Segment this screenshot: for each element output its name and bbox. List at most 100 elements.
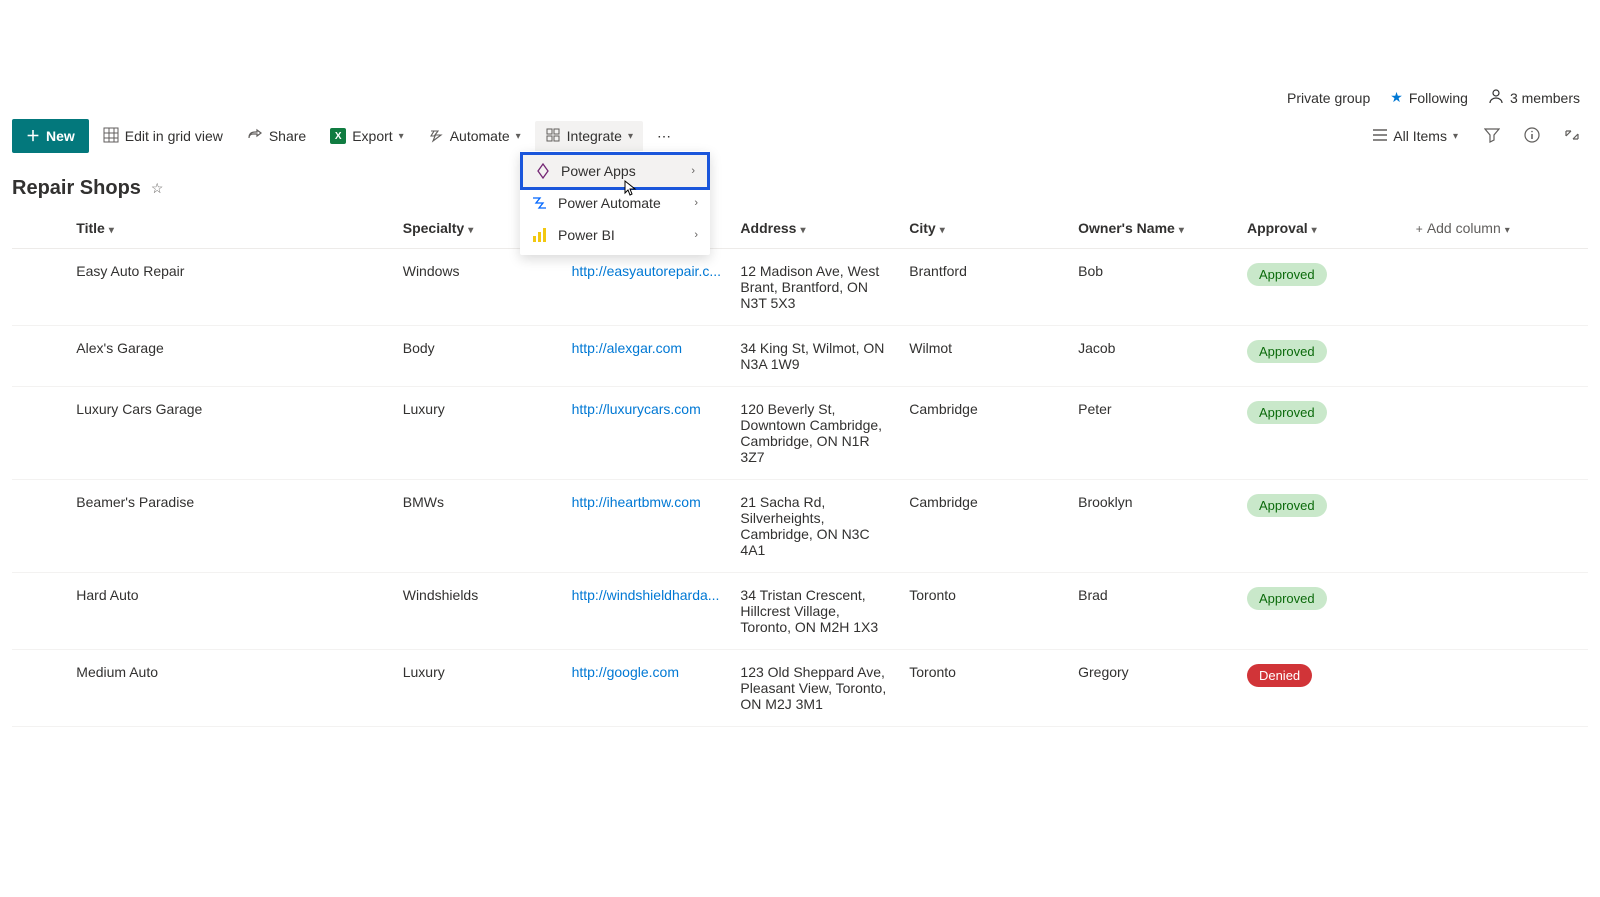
members-link[interactable]: 3 members xyxy=(1488,88,1580,107)
cell-website[interactable]: http://iheartbmw.com xyxy=(564,480,733,573)
info-button[interactable] xyxy=(1516,120,1548,152)
row-select-cell[interactable] xyxy=(12,249,68,326)
menu-item-label: Power Automate xyxy=(558,195,661,211)
cell-address: 21 Sacha Rd, Silverheights, Cambridge, O… xyxy=(732,480,901,573)
integrate-dropdown: Power Apps › Power Automate › Power BI › xyxy=(520,151,710,255)
website-link[interactable]: http://google.com xyxy=(572,664,679,680)
plus-icon: ＋ xyxy=(26,126,40,146)
table-row[interactable]: Beamer's ParadiseBMWs http://iheartbmw.co… xyxy=(12,480,1588,573)
edit-grid-label: Edit in grid view xyxy=(125,128,223,144)
cell-owner: Peter xyxy=(1070,387,1239,480)
status-badge: Approved xyxy=(1247,263,1327,286)
cell-title[interactable]: Easy Auto Repair xyxy=(68,249,394,326)
flow-icon xyxy=(428,127,444,146)
table-row[interactable]: Medium AutoLuxuryhttp://google.com123 Ol… xyxy=(12,650,1588,727)
col-select[interactable] xyxy=(12,210,68,249)
list-icon xyxy=(1373,128,1387,145)
filter-icon xyxy=(1484,127,1500,146)
cell-title[interactable]: Beamer's Paradise xyxy=(68,480,394,573)
cell-specialty: Windows xyxy=(395,249,564,326)
cell-city: Brantford xyxy=(901,249,1070,326)
excel-icon: X xyxy=(330,128,346,144)
integrate-button[interactable]: Integrate ▾ xyxy=(535,121,643,152)
view-label: All Items xyxy=(1393,128,1447,144)
row-select-cell[interactable] xyxy=(12,326,68,387)
chevron-down-icon: ▾ xyxy=(516,131,521,142)
website-link[interactable]: http://iheartbmw.com xyxy=(572,494,701,510)
row-select-cell[interactable] xyxy=(12,480,68,573)
cell-owner: Bob xyxy=(1070,249,1239,326)
cell-title[interactable]: Luxury Cars Garage xyxy=(68,387,394,480)
cell-specialty: Windshields xyxy=(395,573,564,650)
members-count-label: 3 members xyxy=(1510,90,1580,106)
table-row[interactable]: Easy Auto RepairWindows http://easyautore… xyxy=(12,249,1588,326)
cell-owner: Brad xyxy=(1070,573,1239,650)
menu-item-power-automate[interactable]: Power Automate › xyxy=(520,187,710,219)
chevron-down-icon: ▾ xyxy=(1505,225,1510,236)
chevron-down-icon: ▾ xyxy=(628,131,633,142)
plus-icon: + xyxy=(1416,222,1423,236)
col-owner[interactable]: Owner's Name▾ xyxy=(1070,210,1239,249)
menu-item-power-bi[interactable]: Power BI › xyxy=(520,219,710,251)
cell-city: Wilmot xyxy=(901,326,1070,387)
share-label: Share xyxy=(269,128,306,144)
cell-website[interactable]: http://alexgar.com xyxy=(564,326,733,387)
cell-website[interactable]: http://luxurycars.com xyxy=(564,387,733,480)
share-button[interactable]: Share xyxy=(237,121,316,152)
cell-address: 123 Old Sheppard Ave, Pleasant View, Tor… xyxy=(732,650,901,727)
expand-button[interactable] xyxy=(1556,120,1588,152)
chevron-down-icon: ▾ xyxy=(1453,131,1458,142)
website-link[interactable]: http://luxurycars.com xyxy=(572,401,701,417)
row-select-cell[interactable] xyxy=(12,650,68,727)
add-column-button[interactable]: +Add column▾ xyxy=(1408,210,1588,249)
cell-empty xyxy=(1408,650,1588,727)
edit-grid-button[interactable]: Edit in grid view xyxy=(93,121,233,152)
table-row[interactable]: Alex's GarageBodyhttp://alexgar.com34 Ki… xyxy=(12,326,1588,387)
chevron-down-icon: ▾ xyxy=(468,225,473,236)
cell-empty xyxy=(1408,249,1588,326)
list-header: Repair Shops ☆ xyxy=(0,157,1600,210)
website-link[interactable]: http://easyautorepair.c... xyxy=(572,263,721,279)
cell-city: Toronto xyxy=(901,573,1070,650)
star-filled-icon: ★ xyxy=(1390,89,1403,106)
cell-owner: Gregory xyxy=(1070,650,1239,727)
header-row: Title▾ Specialty▾ Website▾ Address▾ City… xyxy=(12,210,1588,249)
chevron-down-icon: ▾ xyxy=(1312,225,1317,236)
new-button[interactable]: ＋ New xyxy=(12,119,89,153)
table-row[interactable]: Luxury Cars GarageLuxuryhttp://luxurycar… xyxy=(12,387,1588,480)
menu-item-power-apps[interactable]: Power Apps › xyxy=(520,152,710,190)
cell-address: 12 Madison Ave, West Brant, Brantford, O… xyxy=(732,249,901,326)
export-button[interactable]: X Export ▾ xyxy=(320,122,414,150)
cell-website[interactable]: http://easyautorepair.c... xyxy=(564,249,733,326)
col-city[interactable]: City▾ xyxy=(901,210,1070,249)
cell-title[interactable]: Alex's Garage xyxy=(68,326,394,387)
cell-approval: Approved xyxy=(1239,387,1408,480)
view-selector[interactable]: All Items ▾ xyxy=(1363,122,1468,151)
grid-icon xyxy=(103,127,119,146)
cell-website[interactable]: http://windshieldharda... xyxy=(564,573,733,650)
website-link[interactable]: http://windshieldharda... xyxy=(572,587,720,603)
website-link[interactable]: http://alexgar.com xyxy=(572,340,683,356)
row-select-cell[interactable] xyxy=(12,387,68,480)
following-toggle[interactable]: ★ Following xyxy=(1390,89,1468,106)
list-title: Repair Shops xyxy=(12,177,141,200)
cell-owner: Brooklyn xyxy=(1070,480,1239,573)
more-button[interactable]: ⋯ xyxy=(647,122,681,151)
cell-specialty: BMWs xyxy=(395,480,564,573)
cell-title[interactable]: Medium Auto xyxy=(68,650,394,727)
info-icon xyxy=(1524,127,1540,146)
col-title[interactable]: Title▾ xyxy=(68,210,394,249)
cell-website[interactable]: http://google.com xyxy=(564,650,733,727)
row-select-cell[interactable] xyxy=(12,573,68,650)
cell-owner: Jacob xyxy=(1070,326,1239,387)
col-approval[interactable]: Approval▾ xyxy=(1239,210,1408,249)
col-address[interactable]: Address▾ xyxy=(732,210,901,249)
automate-button[interactable]: Automate ▾ xyxy=(418,121,531,152)
table-row[interactable]: Hard AutoWindshields http://windshieldhar… xyxy=(12,573,1588,650)
export-label: Export xyxy=(352,128,392,144)
filter-button[interactable] xyxy=(1476,120,1508,152)
cell-title[interactable]: Hard Auto xyxy=(68,573,394,650)
cell-approval: Approved xyxy=(1239,573,1408,650)
ellipsis-icon: ⋯ xyxy=(657,128,671,145)
favorite-star-icon[interactable]: ☆ xyxy=(151,180,164,197)
